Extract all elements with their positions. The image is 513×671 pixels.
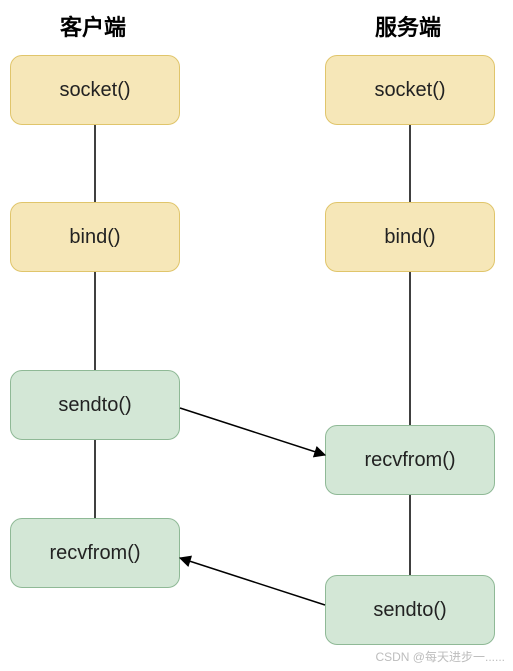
client-socket-label: socket() (59, 79, 130, 102)
server-bind-node: bind() (325, 202, 495, 272)
server-recvfrom-label: recvfrom() (364, 449, 455, 472)
client-sendto-label: sendto() (58, 394, 131, 417)
server-socket-node: socket() (325, 55, 495, 125)
client-header: 客户端 (60, 10, 126, 42)
client-socket-node: socket() (10, 55, 180, 125)
server-socket-label: socket() (374, 79, 445, 102)
edge-server-sendto-to-client-recv (180, 558, 325, 605)
server-sendto-label: sendto() (373, 599, 446, 622)
server-bind-label: bind() (384, 226, 435, 249)
server-header: 服务端 (375, 10, 441, 42)
client-recvfrom-label: recvfrom() (49, 542, 140, 565)
client-recvfrom-node: recvfrom() (10, 518, 180, 588)
client-bind-label: bind() (69, 226, 120, 249)
edge-client-sendto-to-server-recv (180, 408, 325, 455)
server-sendto-node: sendto() (325, 575, 495, 645)
server-recvfrom-node: recvfrom() (325, 425, 495, 495)
client-sendto-node: sendto() (10, 370, 180, 440)
client-bind-node: bind() (10, 202, 180, 272)
watermark: CSDN @每天进步一...... (375, 648, 505, 665)
